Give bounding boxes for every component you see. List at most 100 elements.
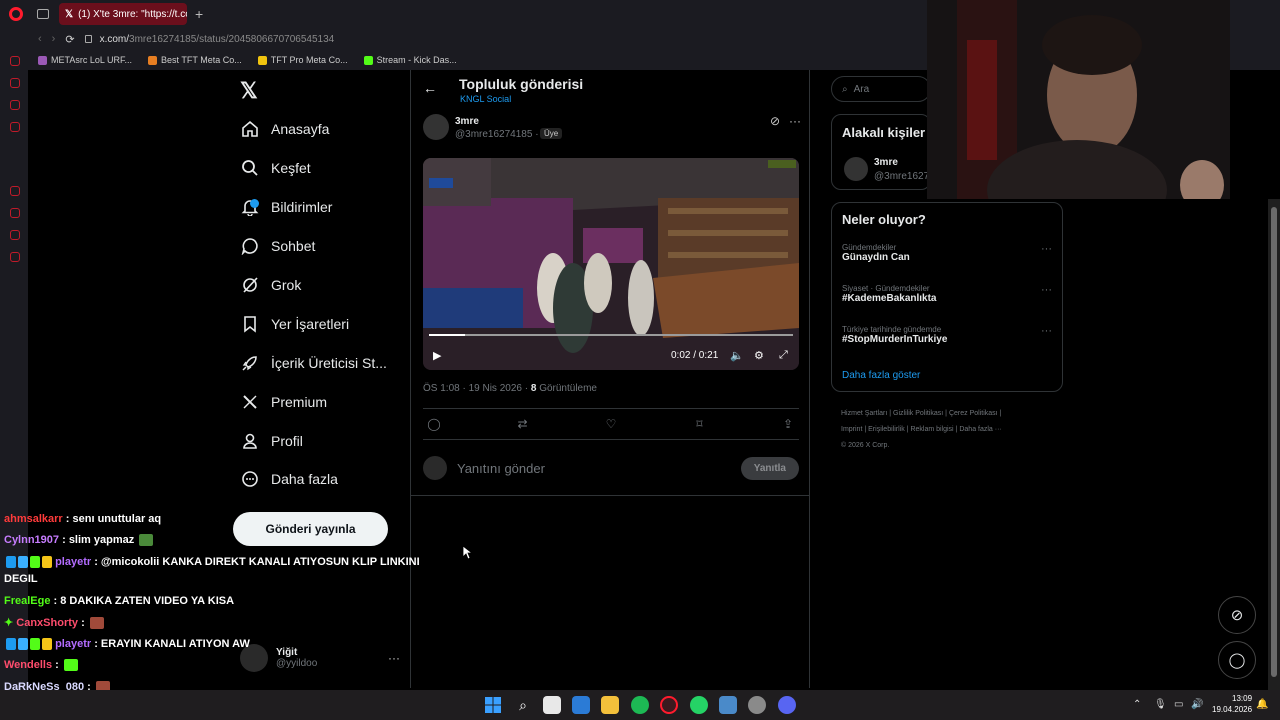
nav-profile[interactable]: Profil xyxy=(240,426,303,456)
url-field[interactable]: x.com/3mre16274185/status/20458066707065… xyxy=(100,34,335,45)
reply-input[interactable]: Yanıtını gönder xyxy=(457,461,545,476)
nav-bookmarks[interactable]: Yer İşaretleri xyxy=(240,309,349,339)
reply-icon[interactable]: ◯ xyxy=(425,417,443,431)
grok-icon[interactable]: ⊘ xyxy=(770,114,780,128)
author-name[interactable]: 3mre xyxy=(455,116,479,127)
app-icon[interactable] xyxy=(719,696,737,714)
bookmark-item[interactable]: TFT Pro Meta Co... xyxy=(257,55,348,65)
browser-tab[interactable]: 𝕏 (1) X'te 3mre: "https://t.co/ ✕ xyxy=(59,3,187,25)
share-icon[interactable]: ⇪ xyxy=(779,417,797,431)
x-favicon-icon: 𝕏 xyxy=(65,8,74,20)
more-dots-icon[interactable]: ··· xyxy=(789,114,801,128)
notification-bell-icon[interactable]: 🔔 xyxy=(1256,699,1268,710)
avatar[interactable] xyxy=(844,157,868,181)
chat-text: ERAYIN KANALI ATIYON AW xyxy=(100,638,250,650)
more-dots-icon[interactable]: ··· xyxy=(1041,243,1052,255)
back-arrow-icon[interactable]: ← xyxy=(423,80,437,96)
video-frame xyxy=(423,158,799,370)
sidebar-app-icon[interactable] xyxy=(10,100,20,110)
footer-link[interactable]: Erişilebilirlik xyxy=(868,426,905,433)
whatsapp-icon[interactable] xyxy=(690,696,708,714)
sidebar-messenger-icon[interactable] xyxy=(10,78,20,88)
fullscreen-icon[interactable]: ⤢ xyxy=(779,349,788,362)
trend-item[interactable]: Siyaset · Gündemdekiler #KademeBakanlıkt… xyxy=(842,284,1054,304)
reply-button[interactable]: Yanıtla xyxy=(740,456,799,480)
footer-link[interactable]: Hizmet Şartları xyxy=(841,410,887,417)
sidebar-chat-icon[interactable] xyxy=(10,230,20,240)
footer-link[interactable]: Reklam bilgisi xyxy=(910,426,953,433)
settings-gear-icon[interactable]: ⚙ xyxy=(754,349,764,362)
nav-creator-studio[interactable]: İçerik Üreticisi St... xyxy=(240,348,387,378)
forward-icon[interactable]: › xyxy=(52,33,56,45)
bookmark-item[interactable]: Best TFT Meta Co... xyxy=(148,55,242,65)
nav-chat[interactable]: Sohbet xyxy=(240,231,315,261)
app-icon[interactable] xyxy=(748,696,766,714)
play-icon[interactable]: ▶ xyxy=(433,349,441,362)
video-progress[interactable] xyxy=(429,334,793,336)
store-icon[interactable] xyxy=(543,696,561,714)
nav-label: Sohbet xyxy=(271,238,316,254)
bookmark-favicon-icon xyxy=(257,55,267,65)
related-name[interactable]: 3mre xyxy=(874,157,898,168)
bookmark-item[interactable]: Stream - Kick Das... xyxy=(363,55,457,65)
bookmark-icon[interactable]: ⌑ xyxy=(691,417,709,431)
bookmark-item[interactable]: METAsrc LoL URF... xyxy=(38,55,132,65)
sidebar-player-icon[interactable] xyxy=(10,186,20,196)
tray-chevron-icon[interactable]: ⌃ xyxy=(1133,699,1141,710)
related-handle: @3mre1627 xyxy=(874,171,930,182)
discord-icon[interactable] xyxy=(778,696,796,714)
volume-icon[interactable]: 🔈 xyxy=(730,349,744,362)
footer-link[interactable]: Daha fazla ··· xyxy=(959,426,1001,433)
tray-mic-icon[interactable]: 🎙 xyxy=(1154,699,1167,710)
nav-more[interactable]: Daha fazla xyxy=(240,464,338,494)
nav-grok[interactable]: Grok xyxy=(240,270,301,300)
file-explorer-icon[interactable] xyxy=(601,696,619,714)
footer-link[interactable]: Imprint xyxy=(841,426,862,433)
tab-overview-icon[interactable] xyxy=(37,9,49,19)
messages-float-button[interactable]: ◯ xyxy=(1218,641,1256,679)
chat-user: Cylnn1907 xyxy=(4,534,60,546)
reload-icon[interactable]: ⟳ xyxy=(65,33,74,46)
windows-start-icon[interactable] xyxy=(484,696,502,714)
scroll-thumb[interactable] xyxy=(1271,207,1277,677)
new-tab-icon[interactable]: + xyxy=(195,6,203,22)
bookmark-favicon-icon xyxy=(148,55,158,65)
sidebar-settings-icon[interactable] xyxy=(10,252,20,262)
community-link[interactable]: KNGL Social xyxy=(460,94,511,104)
opera-logo-icon[interactable] xyxy=(9,7,23,21)
video-player[interactable]: ▶ 0:02 / 0:21 🔈 ⚙ ⤢ xyxy=(423,158,799,370)
spotify-icon[interactable] xyxy=(631,696,649,714)
tray-volume-icon[interactable]: 🔊 xyxy=(1191,699,1203,710)
footer-link[interactable]: Gizlilik Politikası xyxy=(893,410,943,417)
more-dots-icon[interactable]: ··· xyxy=(1041,325,1052,337)
search-input[interactable]: ⌕ Ara xyxy=(831,76,931,102)
copyright: © 2026 X Corp. xyxy=(841,442,890,449)
windows-taskbar: ⌕ ⌃ 🎙 ▭ 🔊 13:09 19.04.2026 🔔 xyxy=(0,690,1280,720)
nav-explore[interactable]: Keşfet xyxy=(240,153,311,183)
nav-home[interactable]: Anasayfa xyxy=(240,114,329,144)
page-title: Topluluk gönderisi xyxy=(459,76,584,92)
sidebar-history-icon[interactable] xyxy=(10,208,20,218)
opera-icon[interactable] xyxy=(660,696,678,714)
trend-item[interactable]: Türkiye tarihinde gündemde #StopMurderIn… xyxy=(842,325,1054,345)
nav-premium[interactable]: Premium xyxy=(240,387,327,417)
taskbar-search-icon[interactable]: ⌕ xyxy=(514,696,532,714)
sidebar-x-icon[interactable] xyxy=(10,122,20,132)
like-icon[interactable]: ♡ xyxy=(602,417,620,431)
tray-network-icon[interactable]: ▭ xyxy=(1174,699,1183,710)
show-more-link[interactable]: Daha fazla göster xyxy=(842,370,920,381)
repost-icon[interactable]: ⇄ xyxy=(514,417,532,431)
nav-notifications[interactable]: Bildirimler xyxy=(240,192,332,222)
trend-item[interactable]: Gündemdekiler Günaydın Can xyxy=(842,243,1054,263)
x-logo-icon[interactable]: 𝕏 xyxy=(240,78,258,104)
scrollbar[interactable] xyxy=(1268,199,1280,690)
grok-float-button[interactable]: ⊘ xyxy=(1218,596,1256,634)
footer-link[interactable]: Çerez Politikası xyxy=(949,410,998,417)
clock[interactable]: 13:09 19.04.2026 xyxy=(1212,693,1252,715)
back-icon[interactable]: ‹ xyxy=(38,33,42,45)
mail-icon[interactable] xyxy=(572,696,590,714)
more-dots-icon[interactable]: ··· xyxy=(1041,284,1052,296)
avatar[interactable] xyxy=(423,114,449,140)
sidebar-aria-icon[interactable] xyxy=(10,56,20,66)
author-handle[interactable]: @3mre16274185 · xyxy=(455,129,539,140)
